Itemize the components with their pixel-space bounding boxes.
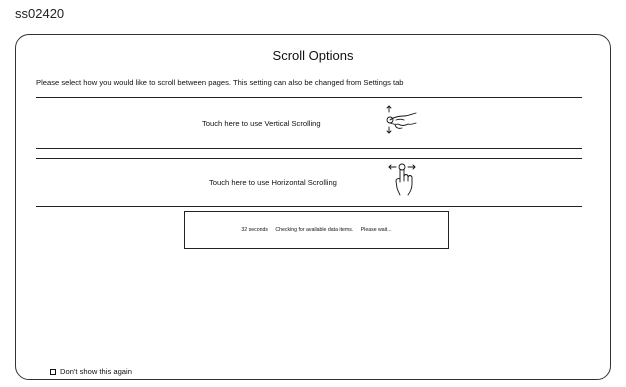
dialog-title: Scroll Options bbox=[272, 48, 354, 63]
vertical-scrolling-option[interactable]: Touch here to use Vertical Scrolling bbox=[36, 101, 582, 147]
status-line: 32 seconds Checking for available data i… bbox=[185, 227, 448, 233]
dont-show-again-label: Don't show this again bbox=[60, 367, 132, 376]
scroll-options-dialog: Scroll Options Please select how you wou… bbox=[15, 34, 611, 380]
vertical-scrolling-label: Touch here to use Vertical Scrolling bbox=[202, 119, 321, 128]
dont-show-again-checkbox[interactable] bbox=[50, 368, 56, 375]
dont-show-again-option[interactable]: Don't show this again bbox=[50, 367, 132, 376]
horizontal-scroll-hand-icon bbox=[388, 163, 416, 196]
screen-id: ss02420 bbox=[15, 6, 65, 21]
vertical-scroll-hand-icon bbox=[386, 105, 417, 134]
horizontal-scrolling-label: Touch here to use Horizontal Scrolling bbox=[209, 178, 337, 187]
loading-status-box: 32 seconds Checking for available data i… bbox=[184, 211, 449, 249]
divider bbox=[36, 206, 582, 207]
status-message: Checking for available data items. bbox=[275, 227, 354, 233]
horizontal-scrolling-option[interactable]: Touch here to use Horizontal Scrolling bbox=[36, 159, 582, 205]
divider bbox=[36, 97, 582, 98]
instruction-text: Please select how you would like to scro… bbox=[36, 78, 404, 87]
status-seconds: 32 seconds bbox=[241, 227, 268, 233]
divider bbox=[36, 148, 582, 149]
status-wait: Please wait... bbox=[360, 227, 392, 233]
